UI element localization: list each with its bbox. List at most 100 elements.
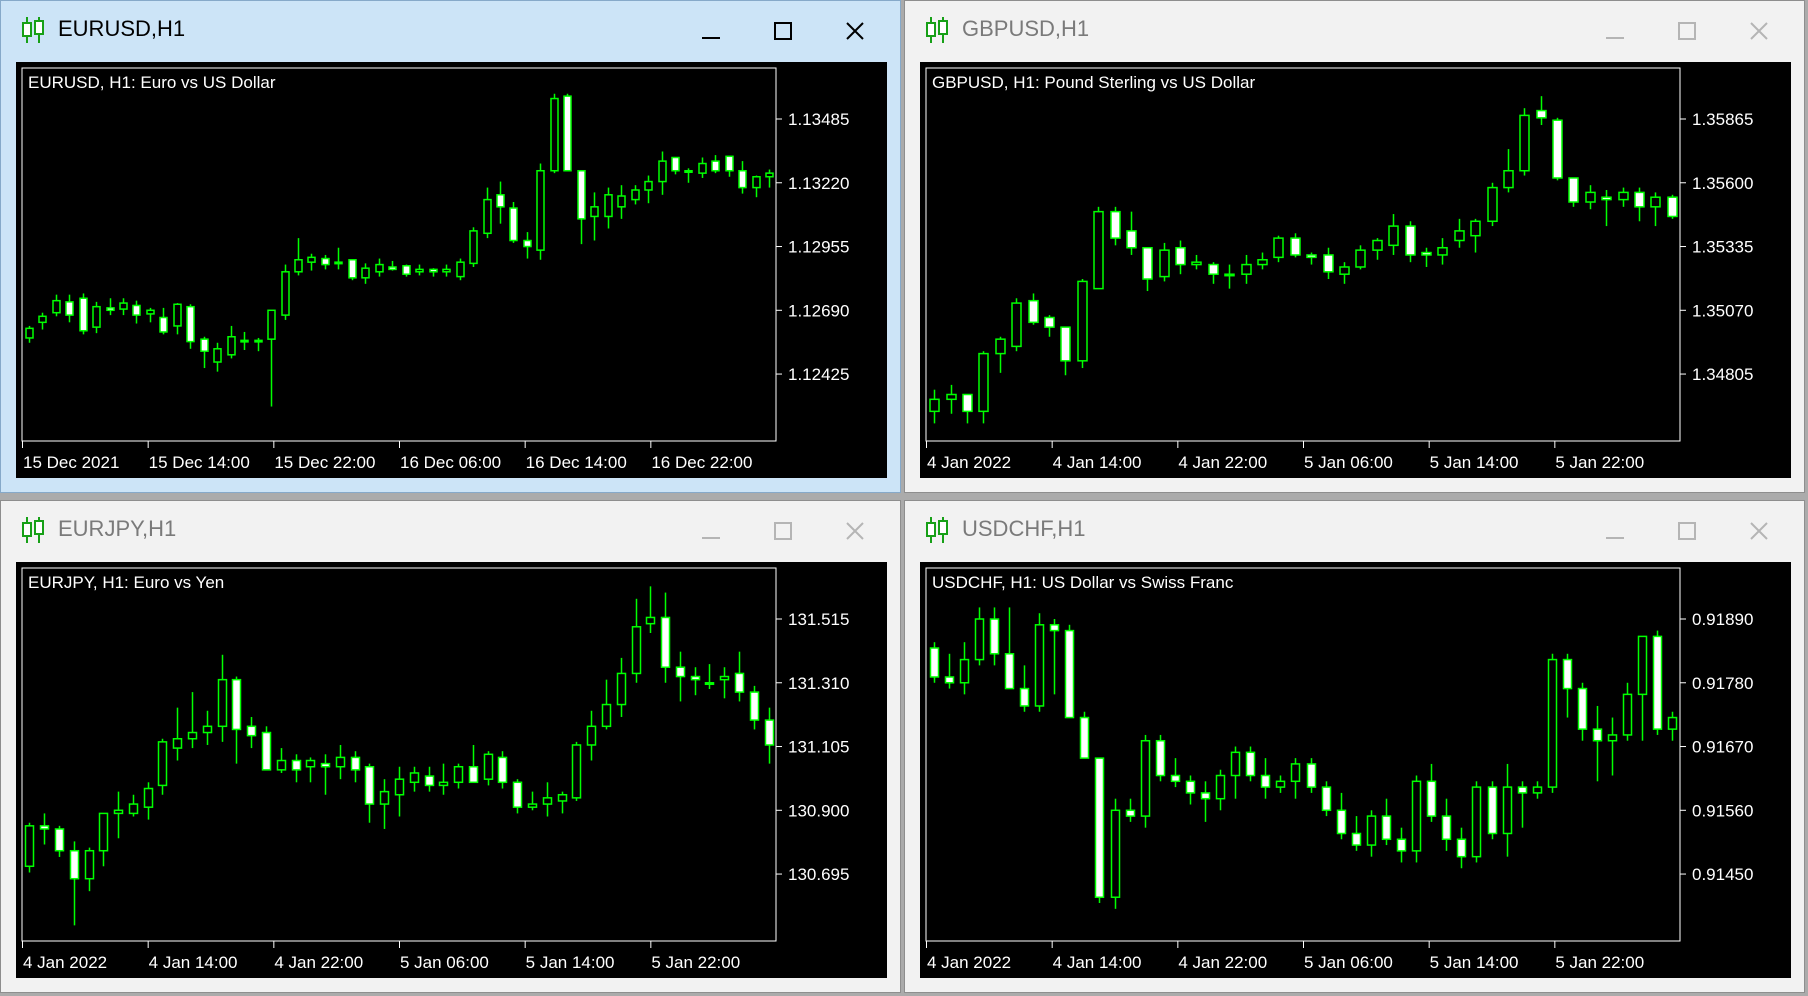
candle-body xyxy=(512,781,523,808)
candle-body xyxy=(1667,196,1678,218)
candle-body xyxy=(604,194,613,218)
candle-body xyxy=(959,658,970,684)
close-button[interactable] xyxy=(833,511,877,551)
y-tick-label: 1.12955 xyxy=(788,238,849,257)
title-bar[interactable]: GBPUSD,H1 xyxy=(905,1,1804,59)
candle-body xyxy=(146,309,155,315)
candle xyxy=(571,741,582,801)
candle xyxy=(1011,298,1022,352)
candlestick-chart-icon xyxy=(21,515,45,545)
candle xyxy=(469,227,478,267)
candle-body xyxy=(734,672,745,693)
x-tick-label: 5 Jan 22:00 xyxy=(651,953,740,972)
candle-body xyxy=(415,268,424,273)
candle-body xyxy=(738,169,747,189)
x-tick-label: 16 Dec 06:00 xyxy=(400,453,501,472)
close-button[interactable] xyxy=(1737,511,1781,551)
chart-area[interactable]: GBPUSD, H1: Pound Sterling vs US Dollar 1… xyxy=(920,62,1791,478)
candle-body xyxy=(752,176,761,189)
chart-area[interactable]: EURJPY, H1: Euro vs Yen 131.515 131.310 131… xyxy=(16,562,887,978)
candle-body xyxy=(379,790,390,805)
chart-area[interactable]: USDCHF, H1: US Dollar vs Swiss Franc 0.91… xyxy=(920,562,1791,978)
candlestick-chart-icon xyxy=(925,15,949,45)
candle-body xyxy=(684,169,693,173)
candle xyxy=(1471,781,1482,863)
maximize-button[interactable] xyxy=(1665,511,1709,551)
candle-body xyxy=(1411,780,1422,852)
candle-body xyxy=(1110,210,1121,239)
candle-body xyxy=(1592,728,1603,742)
candle-body xyxy=(1011,302,1022,348)
candle xyxy=(550,93,559,174)
x-tick-label: 5 Jan 22:00 xyxy=(1555,453,1644,472)
candle xyxy=(1487,182,1498,227)
candle-body xyxy=(550,97,559,172)
x-tick-label: 4 Jan 2022 xyxy=(927,453,1011,472)
window-title: USDCHF,H1 xyxy=(962,516,1086,541)
title-bar[interactable]: USDCHF,H1 xyxy=(905,501,1804,559)
candle-body xyxy=(1323,254,1334,273)
candle-body xyxy=(497,756,508,784)
y-tick-label: 0.91560 xyxy=(1692,801,1753,820)
minimize-button[interactable] xyxy=(1593,511,1637,551)
candle-body xyxy=(719,675,730,681)
candle-body xyxy=(281,271,290,316)
candle-body xyxy=(1637,635,1648,696)
title-bar[interactable]: EURUSD,H1 xyxy=(1,1,900,59)
candle-body xyxy=(187,731,198,740)
chart-window-gbpusd[interactable]: GBPUSD,H1 GBPUSD, H1: Pound Sterling vs … xyxy=(904,0,1805,493)
candle-body xyxy=(601,703,612,728)
candle-body xyxy=(254,339,263,343)
maximize-button[interactable] xyxy=(761,511,805,551)
minimize-button[interactable] xyxy=(689,11,733,51)
candle-body xyxy=(1622,693,1633,736)
candle-body xyxy=(1607,734,1618,742)
candle-body xyxy=(69,849,80,880)
candle xyxy=(1519,108,1530,176)
candle xyxy=(1034,613,1045,712)
candle-body xyxy=(65,301,74,316)
candle-body xyxy=(1396,838,1407,852)
x-tick-label: 4 Jan 2022 xyxy=(23,953,107,972)
candle-body xyxy=(542,797,553,805)
candlestick-chart: GBPUSD, H1: Pound Sterling vs US Dollar 1… xyxy=(925,67,1753,472)
candle-body xyxy=(1191,261,1202,266)
candle-body xyxy=(173,303,182,327)
candle-body xyxy=(1652,635,1663,730)
candle-body xyxy=(98,812,109,852)
title-bar[interactable]: EURJPY,H1 xyxy=(1,501,900,559)
minimize-button[interactable] xyxy=(689,511,733,551)
candle-body xyxy=(1562,658,1573,690)
candle-body xyxy=(1517,786,1528,794)
candle xyxy=(1411,775,1422,863)
candle-body xyxy=(1519,114,1530,172)
candle-body xyxy=(54,828,65,852)
candle-body xyxy=(143,787,154,808)
candle-body xyxy=(563,95,572,172)
x-tick-label: 4 Jan 22:00 xyxy=(1178,453,1267,472)
maximize-button[interactable] xyxy=(1665,11,1709,51)
chart-area[interactable]: EURUSD, H1: Euro vs US Dollar 1.13485 1.13… xyxy=(16,62,887,478)
candle-body xyxy=(1077,280,1088,362)
candle-body xyxy=(974,618,985,661)
chart-window-eurusd[interactable]: EURUSD,H1 EURUSD, H1: Euro vs US Dollar 1… xyxy=(0,0,901,493)
chart-window-usdchf[interactable]: USDCHF,H1 USDCHF, H1: US Dollar vs Swiss… xyxy=(904,500,1805,993)
candle-body xyxy=(442,268,451,273)
candle xyxy=(1568,177,1579,207)
candle-body xyxy=(978,352,989,413)
candle-body xyxy=(644,180,653,191)
candle-body xyxy=(690,675,701,681)
chart-window-eurjpy[interactable]: EURJPY,H1 EURJPY, H1: Euro vs Yen 131.515… xyxy=(0,500,901,993)
close-button[interactable] xyxy=(1737,11,1781,51)
candle-body xyxy=(1351,832,1362,846)
maximize-icon xyxy=(1678,22,1696,40)
minimize-button[interactable] xyxy=(1593,11,1637,51)
candle-body xyxy=(1140,739,1151,817)
x-tick-label: 4 Jan 14:00 xyxy=(149,953,238,972)
candle-body xyxy=(375,263,384,273)
candle-body xyxy=(159,316,168,333)
maximize-button[interactable] xyxy=(761,11,805,51)
candle xyxy=(1667,194,1678,219)
x-tick-label: 4 Jan 14:00 xyxy=(1053,953,1142,972)
close-button[interactable] xyxy=(833,11,877,51)
